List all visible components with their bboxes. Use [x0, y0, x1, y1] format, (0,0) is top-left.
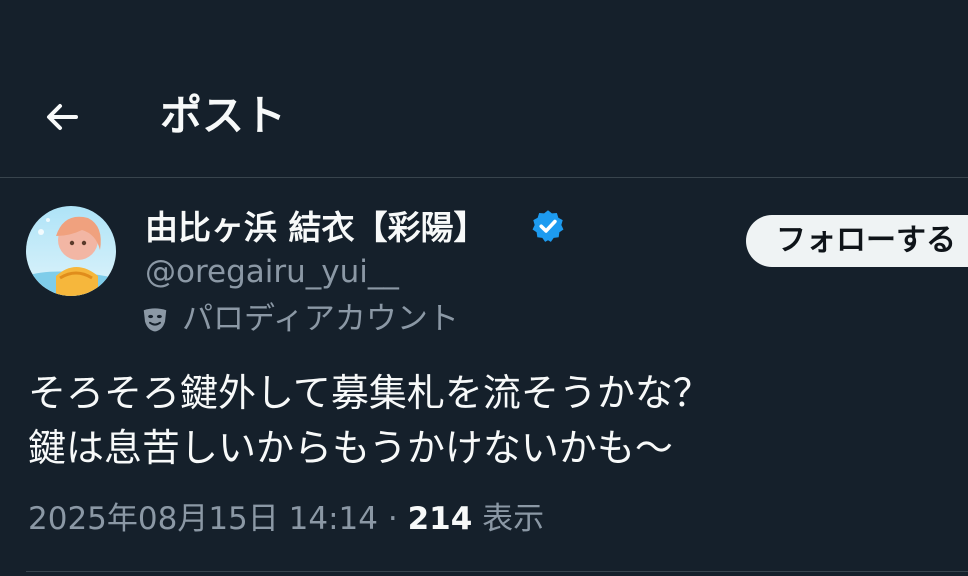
arrow-left-icon	[47, 104, 78, 130]
parody-account-label: パロディアカウント	[182, 301, 459, 337]
user-handle[interactable]: @oregairu_yui__	[145, 251, 399, 293]
theater-mask-icon	[143, 308, 167, 332]
post-meta: 2025年08月15日 14:14 · 214 表示	[28, 498, 544, 540]
views-label: 表示	[482, 501, 545, 537]
page-title: ポスト	[160, 91, 287, 140]
views-count[interactable]: 214	[408, 501, 473, 537]
follow-button[interactable]: フォローする	[746, 215, 968, 267]
avatar[interactable]	[26, 206, 116, 296]
back-button[interactable]	[40, 95, 84, 139]
post-timestamp[interactable]: 2025年08月15日 14:14	[28, 501, 378, 537]
meta-separator: ·	[387, 501, 398, 537]
top-bar: ポスト	[0, 0, 968, 178]
account-type-label: パロディアカウント	[140, 298, 459, 340]
post-text-line: そろそろ鍵外して募集札を流そうかな？	[28, 371, 711, 415]
post-body: そろそろ鍵外して募集札を流そうかな？ 鍵は息苦しいからもうかけないかも〜	[28, 366, 711, 476]
post-text-line: 鍵は息苦しいからもうかけないかも〜	[28, 426, 673, 470]
verified-badge-icon	[532, 210, 564, 242]
divider	[26, 571, 968, 572]
display-name[interactable]: 由比ヶ浜 結衣【彩陽】	[145, 206, 487, 250]
